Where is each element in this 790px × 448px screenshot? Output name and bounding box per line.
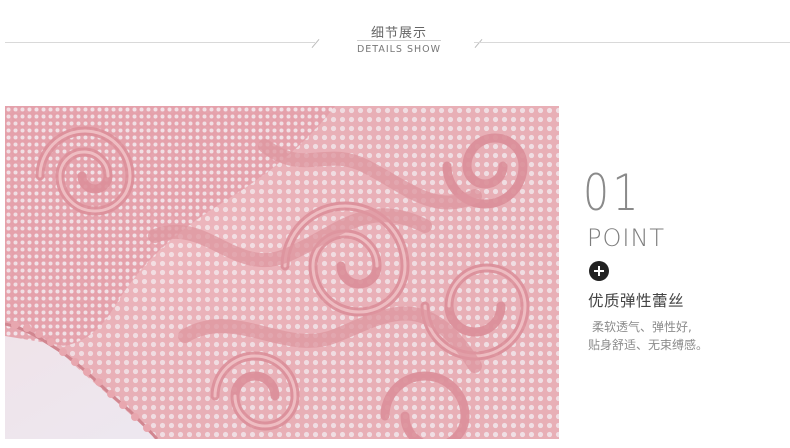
detail-point-label: POINT	[587, 224, 666, 252]
detail-number: 01	[583, 164, 642, 222]
feature-description: 柔软透气、弹性好, 贴身舒适、无束缚感。	[588, 318, 708, 354]
lace-detail-photo	[5, 106, 559, 439]
description-line-1: 柔软透气、弹性好,	[592, 320, 692, 334]
header-divider-left	[5, 42, 315, 43]
description-line-2: 贴身舒适、无束缚感。	[588, 338, 709, 352]
detail-info-panel: 01 POINT 优质弹性蕾丝 柔软透气、弹性好, 贴身舒适、无束缚感。	[580, 160, 785, 380]
lace-fabric-image	[5, 106, 559, 439]
section-header: 细节展示 DETAILS SHOW	[0, 0, 790, 70]
header-divider-right	[474, 42, 790, 43]
section-title-en: DETAILS SHOW	[356, 44, 442, 55]
feature-title: 优质弹性蕾丝	[588, 292, 685, 310]
section-title-cn: 细节展示	[370, 26, 427, 41]
plus-circle-icon	[589, 261, 609, 281]
